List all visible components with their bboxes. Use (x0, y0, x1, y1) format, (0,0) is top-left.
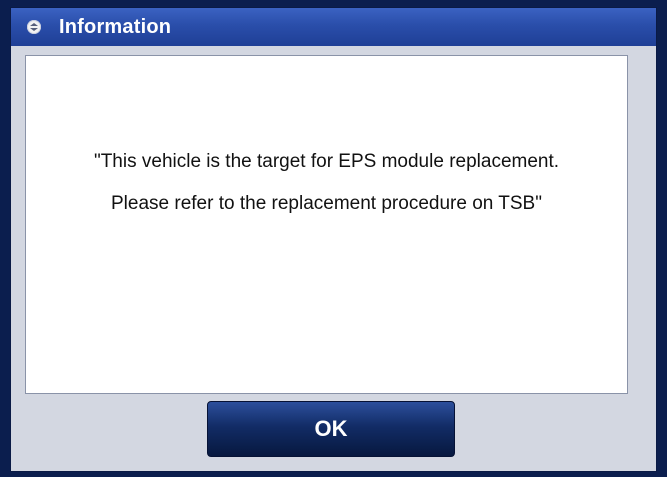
message-line-2: Please refer to the replacement procedur… (111, 193, 542, 214)
dialog-titlebar[interactable]: Information (11, 8, 656, 46)
dialog-body: "This vehicle is the target for EPS modu… (11, 46, 656, 471)
information-dialog: Information "This vehicle is the target … (10, 7, 657, 472)
message-line-1: "This vehicle is the target for EPS modu… (93, 151, 560, 172)
scroll-arrows-icon (27, 20, 41, 34)
message-panel: "This vehicle is the target for EPS modu… (25, 55, 628, 394)
dialog-title: Information (59, 15, 172, 38)
message-text: "This vehicle is the target for EPS modu… (26, 152, 627, 236)
ok-button[interactable]: OK (207, 401, 455, 457)
